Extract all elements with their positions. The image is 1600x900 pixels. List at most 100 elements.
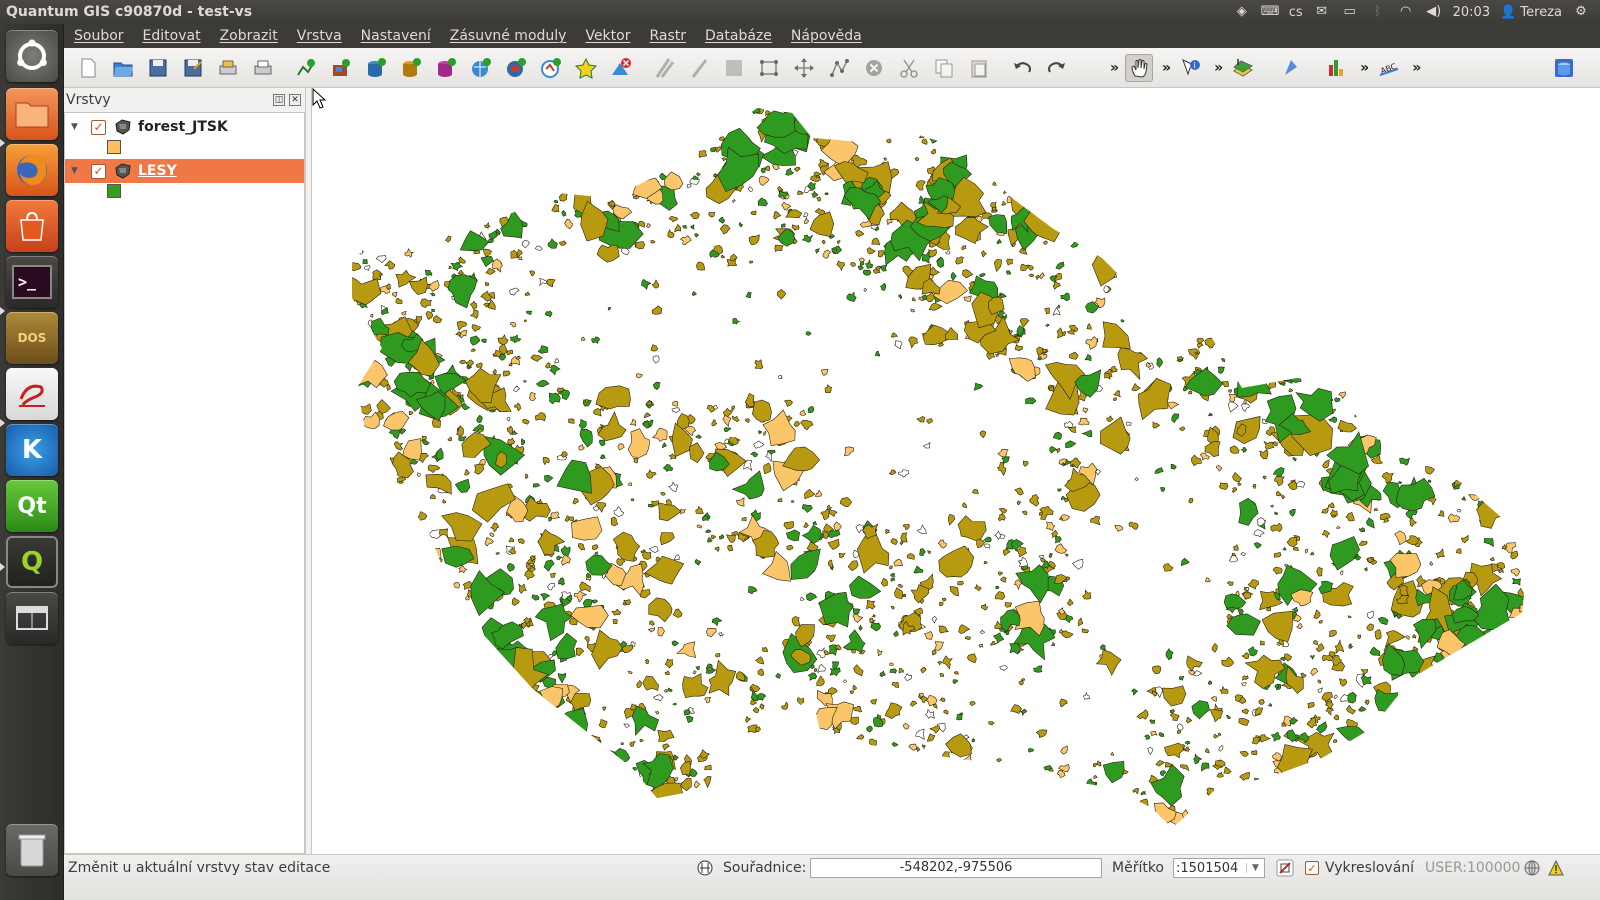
- bluetooth-icon[interactable]: ᛒ: [1369, 5, 1387, 19]
- kile-app-button[interactable]: K: [6, 424, 58, 476]
- menu-napoveda[interactable]: Nápověda: [781, 28, 871, 44]
- session-gear-icon[interactable]: ⚙: [1572, 5, 1590, 19]
- toolbar-overflow-5[interactable]: »: [1412, 60, 1421, 76]
- add-wms-layer-button[interactable]: [467, 54, 495, 82]
- forest-polygon: [1329, 536, 1360, 571]
- add-wfs-layer-button[interactable]: [537, 54, 565, 82]
- document-viewer-app-button[interactable]: [6, 368, 58, 420]
- add-feature-button[interactable]: [755, 54, 783, 82]
- coordinate-toggle[interactable]: [696, 858, 714, 878]
- dash-home-button[interactable]: [6, 30, 58, 82]
- workspace-switcher-button[interactable]: [6, 592, 58, 644]
- float-panel-icon[interactable]: ◫: [273, 94, 285, 106]
- remove-layer-button[interactable]: [607, 54, 635, 82]
- clock[interactable]: 20:03: [1453, 5, 1490, 20]
- menu-rastr[interactable]: Rastr: [639, 28, 695, 44]
- forest-polygon: [888, 469, 897, 476]
- firefox-app-button[interactable]: [6, 144, 58, 196]
- mail-icon[interactable]: ✉: [1313, 5, 1331, 19]
- forest-polygon: [1377, 616, 1389, 625]
- forest-polygon: [525, 563, 532, 570]
- cut-features-button[interactable]: [895, 54, 923, 82]
- layer-visibility-checkbox[interactable]: ✓: [91, 119, 106, 135]
- forest-polygon: [362, 411, 381, 429]
- copy-features-button[interactable]: [930, 54, 958, 82]
- battery-icon[interactable]: ▭: [1341, 5, 1359, 19]
- save-as-button[interactable]: [179, 54, 207, 82]
- qgis-app-button[interactable]: Q: [6, 536, 58, 588]
- toggle-editing-button[interactable]: [685, 54, 713, 82]
- user-menu[interactable]: 👤 Tereza: [1500, 5, 1562, 20]
- render-checkbox[interactable]: ✓: [1305, 861, 1319, 875]
- crs-status[interactable]: USER:100000: [1425, 860, 1520, 876]
- plugin-db-button[interactable]: [1550, 54, 1578, 82]
- volume-icon[interactable]: ◀): [1425, 5, 1443, 19]
- dosbox-app-button[interactable]: DOS: [6, 312, 58, 364]
- save-project-button[interactable]: [144, 54, 172, 82]
- add-spatialite-layer-button[interactable]: [397, 54, 425, 82]
- expand-arrow-icon[interactable]: ▼: [71, 166, 81, 176]
- new-shapefile-button[interactable]: [572, 54, 600, 82]
- measure-button[interactable]: [1276, 54, 1304, 82]
- menu-zasuvne-moduly[interactable]: Zásuvné moduly: [440, 28, 576, 44]
- menu-vektor[interactable]: Vektor: [575, 28, 639, 44]
- dropbox-icon[interactable]: ◈: [1233, 5, 1251, 19]
- trash-button[interactable]: [6, 824, 58, 876]
- forest-polygon: [645, 223, 651, 228]
- label-button[interactable]: ABC: [1375, 54, 1403, 82]
- layers-tree: ▼ ✓ forest_JTSK ▼ ✓ LESY: [64, 112, 305, 854]
- save-edits-button[interactable]: [720, 54, 748, 82]
- pan-map-button[interactable]: [1125, 53, 1154, 82]
- open-project-button[interactable]: [109, 54, 137, 82]
- terminal-app-button[interactable]: >_: [6, 256, 58, 308]
- wifi-icon[interactable]: ◠: [1397, 5, 1415, 19]
- delete-selected-button[interactable]: [860, 54, 888, 82]
- undo-button[interactable]: [1008, 54, 1036, 82]
- print-composer-button[interactable]: [214, 54, 242, 82]
- software-center-app-button[interactable]: [6, 200, 58, 252]
- toolbar-overflow-3[interactable]: »: [1214, 60, 1223, 76]
- paste-features-button[interactable]: [965, 54, 993, 82]
- keyboard-icon[interactable]: ⌨: [1261, 5, 1280, 19]
- node-tool-button[interactable]: [825, 54, 853, 82]
- print-button[interactable]: [249, 54, 277, 82]
- close-panel-icon[interactable]: ✕: [289, 94, 301, 106]
- menu-vrstva[interactable]: Vrstva: [287, 28, 351, 44]
- keyboard-layout[interactable]: cs: [1289, 5, 1303, 20]
- histogram-button[interactable]: [1323, 54, 1351, 82]
- new-project-button[interactable]: [74, 54, 102, 82]
- toolbar-overflow-4[interactable]: »: [1360, 60, 1369, 76]
- chevron-down-icon[interactable]: ▼: [1246, 863, 1264, 873]
- message-log-button[interactable]: [1548, 858, 1564, 878]
- identify-button[interactable]: i: [1177, 54, 1205, 82]
- add-raster-layer-button[interactable]: [327, 54, 355, 82]
- expand-arrow-icon[interactable]: ▼: [71, 122, 81, 132]
- add-wcs-layer-button[interactable]: [502, 54, 530, 82]
- qt-creator-app-button[interactable]: Qt: [6, 480, 58, 532]
- redo-button[interactable]: [1043, 54, 1071, 82]
- forest-polygon: [1112, 397, 1117, 402]
- select-features-button[interactable]: [1229, 54, 1257, 82]
- add-mssql-layer-button[interactable]: [432, 54, 460, 82]
- toolbar-overflow-2[interactable]: »: [1162, 60, 1171, 76]
- add-vector-layer-button[interactable]: [292, 54, 320, 82]
- map-canvas[interactable]: [311, 88, 1600, 854]
- layer-row-forest-jtsk[interactable]: ▼ ✓ forest_JTSK: [65, 115, 304, 139]
- layer-visibility-checkbox[interactable]: ✓: [91, 163, 106, 179]
- crs-button[interactable]: [1523, 858, 1541, 878]
- files-app-button[interactable]: [6, 88, 58, 140]
- add-postgis-layer-button[interactable]: [362, 54, 390, 82]
- coordinate-field[interactable]: -548202,-975506: [810, 858, 1102, 878]
- menu-soubor[interactable]: Soubor: [64, 28, 133, 44]
- current-edits-button[interactable]: [650, 54, 678, 82]
- menu-editovat[interactable]: Editovat: [133, 28, 210, 44]
- menu-zobrazit[interactable]: Zobrazit: [210, 28, 287, 44]
- move-feature-button[interactable]: [790, 54, 818, 82]
- stop-render-button[interactable]: [1276, 858, 1294, 878]
- menu-databaze[interactable]: Databáze: [695, 28, 781, 44]
- toolbar-overflow-1[interactable]: »: [1110, 60, 1119, 76]
- scale-combobox[interactable]: :1501504 ▼: [1173, 858, 1265, 878]
- render-toggle[interactable]: ✓ Vykreslování: [1305, 858, 1414, 878]
- layer-row-lesy[interactable]: ▼ ✓ LESY: [65, 159, 304, 183]
- menu-nastaveni[interactable]: Nastavení: [351, 28, 440, 44]
